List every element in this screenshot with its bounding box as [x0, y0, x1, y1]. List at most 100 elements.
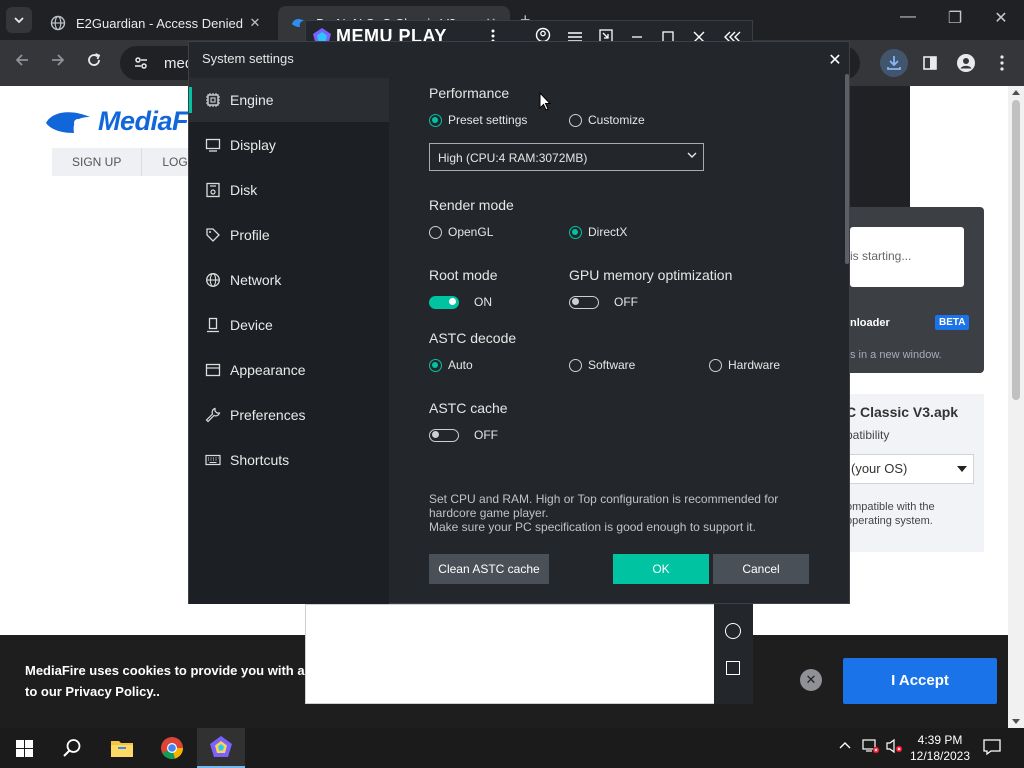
performance-hint: Set CPU and RAM. High or Top configurati…: [429, 492, 778, 534]
os-select[interactable]: (your OS): [846, 454, 974, 484]
side-panel-button[interactable]: [916, 49, 944, 77]
notifications-button[interactable]: [983, 738, 1001, 759]
cookie-close-button[interactable]: ✕: [800, 669, 822, 691]
file-title: C Classic V3.apk: [846, 404, 959, 420]
tab-e2guardian[interactable]: E2Guardian - Access Denied ✕: [38, 6, 274, 40]
minimize-button[interactable]: —: [893, 8, 923, 26]
radio-checked-icon: [569, 225, 582, 239]
notification-icon: [983, 739, 1001, 756]
ok-button[interactable]: OK: [613, 554, 709, 584]
gpu-optimization-toggle[interactable]: OFF: [569, 295, 638, 309]
astc-decode-heading: ASTC decode: [429, 330, 517, 346]
tab-close-button[interactable]: ✕: [246, 15, 264, 31]
toggle-off-icon: [569, 295, 599, 309]
scroll-thumb[interactable]: [1012, 100, 1020, 400]
chrome-menu-button[interactable]: [988, 49, 1016, 77]
dialog-title: System settings: [202, 51, 294, 66]
opengl-radio[interactable]: OpenGL: [429, 225, 493, 239]
toggle-state: OFF: [474, 428, 498, 442]
search-icon: [63, 739, 81, 757]
cancel-button[interactable]: Cancel: [713, 554, 809, 584]
more-vertical-icon: [1000, 55, 1004, 71]
preset-settings-radio[interactable]: Preset settings: [429, 113, 527, 127]
accept-cookies-button[interactable]: I Accept: [843, 658, 997, 704]
sidebar-item-label: Disk: [230, 182, 258, 198]
sidebar-item-shortcuts[interactable]: Shortcuts: [189, 438, 389, 482]
sidebar-item-device[interactable]: Device: [189, 303, 389, 347]
recents-square-icon[interactable]: [726, 661, 740, 675]
new-window-note: s in a new window.: [850, 349, 942, 361]
mediafire-nav: SIGN UP LOG: [52, 148, 209, 176]
radio-unchecked-icon: [569, 113, 582, 127]
memu-taskbar-button[interactable]: [197, 728, 245, 768]
scroll-down-icon[interactable]: [1012, 719, 1020, 724]
side-panel-icon: [923, 56, 937, 70]
forward-button[interactable]: [46, 51, 70, 75]
radio-unchecked-icon: [569, 358, 582, 372]
toggle-state: OFF: [614, 295, 638, 309]
starting-box: is starting...: [850, 227, 964, 287]
sidebar-item-disk[interactable]: Disk: [189, 168, 389, 212]
keyboard-icon: [205, 452, 221, 468]
search-button[interactable]: [48, 728, 96, 768]
back-button[interactable]: [10, 51, 34, 75]
hint-line: hardcore game player.: [429, 506, 549, 520]
mediafire-favicon-icon: [292, 19, 304, 27]
sidebar-item-profile[interactable]: Profile: [189, 213, 389, 257]
root-mode-toggle[interactable]: ON: [429, 295, 492, 309]
radio-label: Hardware: [728, 358, 781, 372]
logo-text: MediaFi: [98, 106, 196, 136]
clean-astc-cache-button[interactable]: Clean ASTC cache: [429, 554, 549, 584]
tab-search-button[interactable]: [6, 7, 32, 33]
site-info-icon[interactable]: [132, 55, 150, 71]
memu-android-screen[interactable]: [305, 604, 715, 704]
taskbar-clock[interactable]: 4:39 PM 12/18/2023: [906, 732, 974, 764]
performance-preset-select[interactable]: High (CPU:4 RAM:3072MB): [429, 143, 704, 171]
show-hidden-icons-button[interactable]: [838, 738, 852, 753]
compat-note: ompatible with the operating system.: [846, 500, 935, 528]
sidebar-item-label: Appearance: [230, 362, 306, 378]
file-info-card: C Classic V3.apk patibility (your OS) om…: [830, 394, 984, 552]
close-window-button[interactable]: ✕: [986, 8, 1016, 28]
astc-software-radio[interactable]: Software: [569, 358, 635, 372]
compatibility-label: patibility: [846, 428, 890, 442]
sidebar-item-label: Preferences: [230, 407, 306, 423]
restore-button[interactable]: ❐: [940, 8, 970, 28]
home-circle-icon[interactable]: [725, 623, 741, 639]
page-scrollbar[interactable]: [1008, 86, 1024, 728]
memu-app-icon: [210, 736, 232, 757]
reload-button[interactable]: [82, 51, 106, 75]
sidebar-item-appearance[interactable]: Appearance: [189, 348, 389, 392]
downloads-button[interactable]: [880, 49, 908, 77]
cookie-text: MediaFire uses cookies to provide you wi…: [25, 660, 329, 702]
radio-label: Software: [588, 358, 636, 372]
sidebar-item-engine[interactable]: Engine: [189, 78, 389, 122]
sidebar-item-network[interactable]: Network: [189, 258, 389, 302]
window-icon: [205, 362, 221, 378]
astc-hardware-radio[interactable]: Hardware: [709, 358, 780, 372]
volume-button[interactable]: [886, 738, 904, 757]
astc-cache-toggle[interactable]: OFF: [429, 428, 498, 442]
chip-icon: [205, 92, 221, 108]
cookie-text-line: MediaFire uses cookies to provide you wi…: [25, 663, 329, 678]
profile-button[interactable]: [952, 49, 980, 77]
scroll-up-icon[interactable]: [1012, 90, 1020, 95]
network-status-button[interactable]: [862, 738, 880, 757]
radio-unchecked-icon: [429, 225, 442, 239]
astc-auto-radio[interactable]: Auto: [429, 358, 473, 372]
network-disconnected-icon: [862, 739, 880, 754]
chrome-taskbar-button[interactable]: [148, 728, 196, 768]
privacy-policy-link[interactable]: to our Privacy Policy..: [25, 681, 315, 702]
signup-link[interactable]: SIGN UP: [52, 148, 143, 176]
directx-radio[interactable]: DirectX: [569, 225, 627, 239]
start-button[interactable]: [0, 728, 48, 768]
sidebar-item-display[interactable]: Display: [189, 123, 389, 167]
tag-icon: [205, 227, 221, 243]
customize-radio[interactable]: Customize: [569, 113, 645, 127]
radio-unchecked-icon: [709, 358, 722, 372]
arrow-right-icon: [52, 54, 65, 66]
sidebar-item-preferences[interactable]: Preferences: [189, 393, 389, 437]
mediafire-logo[interactable]: MediaFi: [44, 106, 196, 137]
file-explorer-button[interactable]: [98, 728, 146, 768]
radio-label: Auto: [448, 358, 473, 372]
